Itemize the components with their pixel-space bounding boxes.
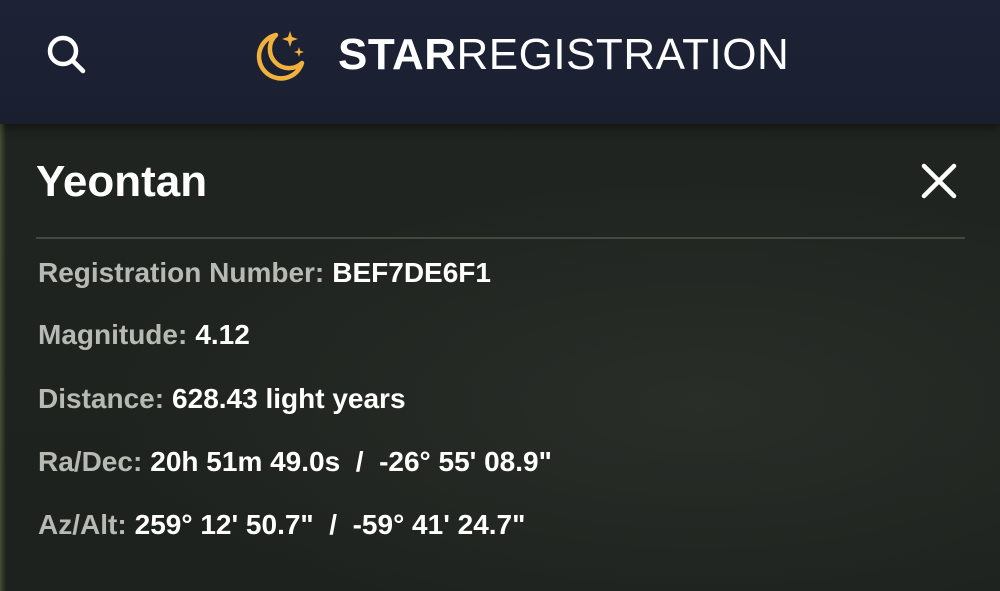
star-info-panel: Yeontan Registration Number: BEF7DE6F1 Ma… — [0, 124, 1000, 591]
close-icon — [921, 163, 957, 199]
registration-number-row: Registration Number: BEF7DE6F1 — [38, 253, 491, 293]
distance-row: Distance: 628.43 light years — [38, 379, 406, 419]
registration-number-label: Registration Number: — [38, 257, 325, 288]
ra-dec-label: Ra/Dec: — [38, 446, 143, 477]
distance-value: 628.43 light years — [172, 383, 406, 414]
az-alt-value: 259° 12' 50.7" / -59° 41' 24.7" — [134, 509, 526, 540]
logo-text-light: REGISTRATION — [456, 30, 790, 79]
close-button[interactable] — [918, 160, 960, 202]
az-alt-label: Az/Alt: — [38, 509, 127, 540]
ra-dec-row: Ra/Dec: 20h 51m 49.0s / -26° 55' 08.9" — [38, 442, 552, 482]
ra-dec-value: 20h 51m 49.0s / -26° 55' 08.9" — [150, 446, 552, 477]
star-details-page: STARREGISTRATION Yeontan Registration Nu… — [0, 0, 1000, 591]
az-alt-row: Az/Alt: 259° 12' 50.7" / -59° 41' 24.7" — [38, 505, 525, 545]
distance-label: Distance: — [38, 383, 165, 414]
magnitude-row: Magnitude: 4.12 — [38, 315, 250, 355]
logo-wordmark: STARREGISTRATION — [338, 33, 789, 77]
site-logo[interactable]: STARREGISTRATION — [252, 26, 789, 84]
star-name-title: Yeontan — [36, 157, 208, 206]
registration-number-value: BEF7DE6F1 — [332, 257, 491, 288]
top-header: STARREGISTRATION — [0, 0, 1000, 124]
search-icon — [47, 35, 86, 74]
logo-text-strong: STAR — [338, 30, 457, 79]
moon-stars-icon — [256, 31, 305, 81]
title-divider — [36, 237, 965, 239]
magnitude-value: 4.12 — [195, 319, 250, 350]
search-button[interactable] — [44, 32, 88, 76]
magnitude-label: Magnitude: — [38, 319, 188, 350]
